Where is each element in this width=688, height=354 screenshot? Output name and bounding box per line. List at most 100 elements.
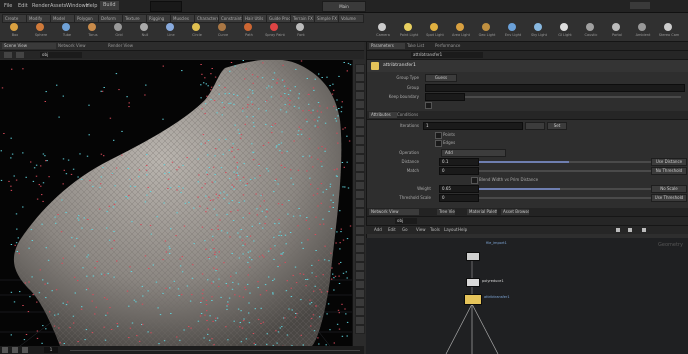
shelf-tab[interactable]: Deform — [98, 14, 124, 23]
shelf-tool[interactable]: Grid — [106, 23, 132, 39]
shelf-tool[interactable]: Sphere — [28, 23, 54, 39]
shelf-tab[interactable]: Polygon — [74, 14, 100, 23]
viewport-tool-button[interactable] — [355, 100, 365, 109]
match-field[interactable]: 0 — [439, 167, 479, 175]
tab-tree-view[interactable]: Tree View — [437, 209, 455, 215]
group-type-menu[interactable]: Guess — [425, 74, 457, 82]
menu-windows[interactable]: Windows — [66, 3, 88, 9]
viewport-tool-button[interactable] — [355, 280, 365, 289]
iterations-set-button[interactable]: Set — [547, 122, 567, 130]
shelf-tool[interactable]: Stereo Cam — [656, 23, 682, 39]
network-editor[interactable]: file_import1 polyreduce1 attribtransfer1… — [366, 226, 688, 354]
forward-icon[interactable] — [16, 52, 24, 58]
tab-conditions[interactable]: Conditions — [397, 112, 423, 118]
shelf-tool[interactable]: Ambient — [630, 23, 656, 39]
iterations-minus-button[interactable] — [525, 122, 545, 130]
search-input[interactable] — [150, 1, 182, 12]
shelf-tab[interactable]: Simple FX — [314, 14, 340, 23]
viewport-tool-button[interactable] — [355, 73, 365, 82]
node-polyreduce[interactable] — [466, 278, 480, 287]
no-scale-button[interactable]: No Scale — [651, 185, 687, 193]
node-attribtransfer[interactable] — [464, 294, 482, 305]
shelf-tool[interactable]: Curve — [210, 23, 236, 39]
boundary-field[interactable] — [425, 93, 465, 101]
threshold-scale-field[interactable]: 0 — [439, 194, 479, 202]
viewport-tool-button[interactable] — [355, 325, 365, 334]
shelf-tab[interactable]: Muscles — [170, 14, 196, 23]
shelf-tab[interactable]: Terrain FX — [290, 14, 316, 23]
shelf-tool[interactable]: Box — [2, 23, 28, 39]
viewport-tool-button[interactable] — [355, 154, 365, 163]
shelf-tool[interactable]: Tube — [54, 23, 80, 39]
network-menu-item[interactable]: Add — [374, 227, 382, 232]
viewport-tool-button[interactable] — [355, 289, 365, 298]
shelf-tool[interactable]: Sky Light — [526, 23, 552, 39]
network-path-field[interactable]: obj — [395, 218, 417, 224]
shelf-tab[interactable]: Characters — [194, 14, 220, 23]
shelf-tool[interactable]: Portal — [604, 23, 630, 39]
tab-parameters[interactable]: Parameters — [369, 43, 405, 49]
viewport-tool-button[interactable] — [355, 316, 365, 325]
tab-render-view[interactable]: Render View — [108, 43, 148, 49]
shelf-tool[interactable]: Null — [132, 23, 158, 39]
viewport-tool-button[interactable] — [355, 190, 365, 199]
tab-network[interactable]: Network View — [369, 209, 419, 215]
viewport-tool-button[interactable] — [355, 82, 365, 91]
node-file-import[interactable] — [466, 252, 480, 261]
distance-slider[interactable] — [479, 161, 659, 163]
edges-checkbox[interactable] — [435, 140, 442, 147]
viewport-tool-button[interactable] — [355, 181, 365, 190]
shelf-tab[interactable]: Volume — [338, 14, 364, 23]
no-threshold-button[interactable]: No Threshold — [651, 167, 687, 175]
menu-render[interactable]: Render — [32, 3, 50, 9]
main-desktop-button[interactable]: Main — [322, 1, 366, 12]
viewport-tool-button[interactable] — [355, 64, 365, 73]
viewport-tool-button[interactable] — [355, 199, 365, 208]
network-menu-item[interactable]: Tools — [430, 227, 440, 232]
shelf-tab[interactable]: Texture — [122, 14, 148, 23]
viewport-tool-button[interactable] — [355, 235, 365, 244]
shelf-tool[interactable]: Circle — [184, 23, 210, 39]
viewport-tool-button[interactable] — [355, 271, 365, 280]
threshold-scale-slider[interactable] — [479, 197, 659, 199]
match-slider[interactable] — [479, 170, 659, 172]
use-threshold-button[interactable]: Use Threshold — [651, 194, 687, 202]
node-path-field[interactable]: attribtransfer1 — [411, 52, 483, 58]
group-field[interactable] — [425, 84, 685, 92]
tab-performance[interactable]: Performance — [435, 43, 475, 49]
network-menu-item[interactable]: Edit — [388, 227, 396, 232]
viewport-tool-button[interactable] — [355, 109, 365, 118]
network-menu-item[interactable]: Help — [458, 227, 467, 232]
viewport-tool-button[interactable] — [355, 127, 365, 136]
viewport-tool-button[interactable] — [355, 298, 365, 307]
gear-icon[interactable] — [642, 228, 646, 232]
frame-field[interactable]: 1 — [44, 347, 58, 353]
shelf-tool[interactable]: Spot Light — [422, 23, 448, 39]
shelf-tool[interactable]: Path — [236, 23, 262, 39]
tab-scene-view[interactable]: Scene View — [2, 43, 56, 49]
shelf-tool[interactable]: GI Light — [552, 23, 578, 39]
shelf-tool[interactable]: Spray Paint — [262, 23, 288, 39]
viewport-tool-button[interactable] — [355, 208, 365, 217]
shelf-tool[interactable]: Env Light — [500, 23, 526, 39]
blend-checkbox[interactable] — [425, 102, 432, 109]
viewport-tool-button[interactable] — [355, 244, 365, 253]
viewport-tool-button[interactable] — [355, 217, 365, 226]
viewport-tool-button[interactable] — [355, 118, 365, 127]
viewport-tool-button[interactable] — [355, 262, 365, 271]
shelf-tool[interactable]: Point Light — [396, 23, 422, 39]
shelf-tool[interactable]: Area Light — [448, 23, 474, 39]
shelf-tool[interactable]: Geo Light — [474, 23, 500, 39]
shelf-tool[interactable]: Font — [288, 23, 314, 39]
viewport-tool-button[interactable] — [355, 145, 365, 154]
viewport-tool-button[interactable] — [355, 172, 365, 181]
shelf-tab[interactable]: Create — [2, 14, 28, 23]
menu-assets[interactable]: Assets — [50, 3, 66, 9]
path-field[interactable]: obj — [40, 52, 82, 58]
shelf-tab[interactable]: Model — [50, 14, 76, 23]
viewport-tool-button[interactable] — [355, 307, 365, 316]
viewport-tool-button[interactable] — [355, 163, 365, 172]
menu-edit[interactable]: Edit — [18, 3, 28, 9]
network-menu-item[interactable]: Layout — [444, 227, 458, 232]
shelf-tab[interactable]: Modify — [26, 14, 52, 23]
